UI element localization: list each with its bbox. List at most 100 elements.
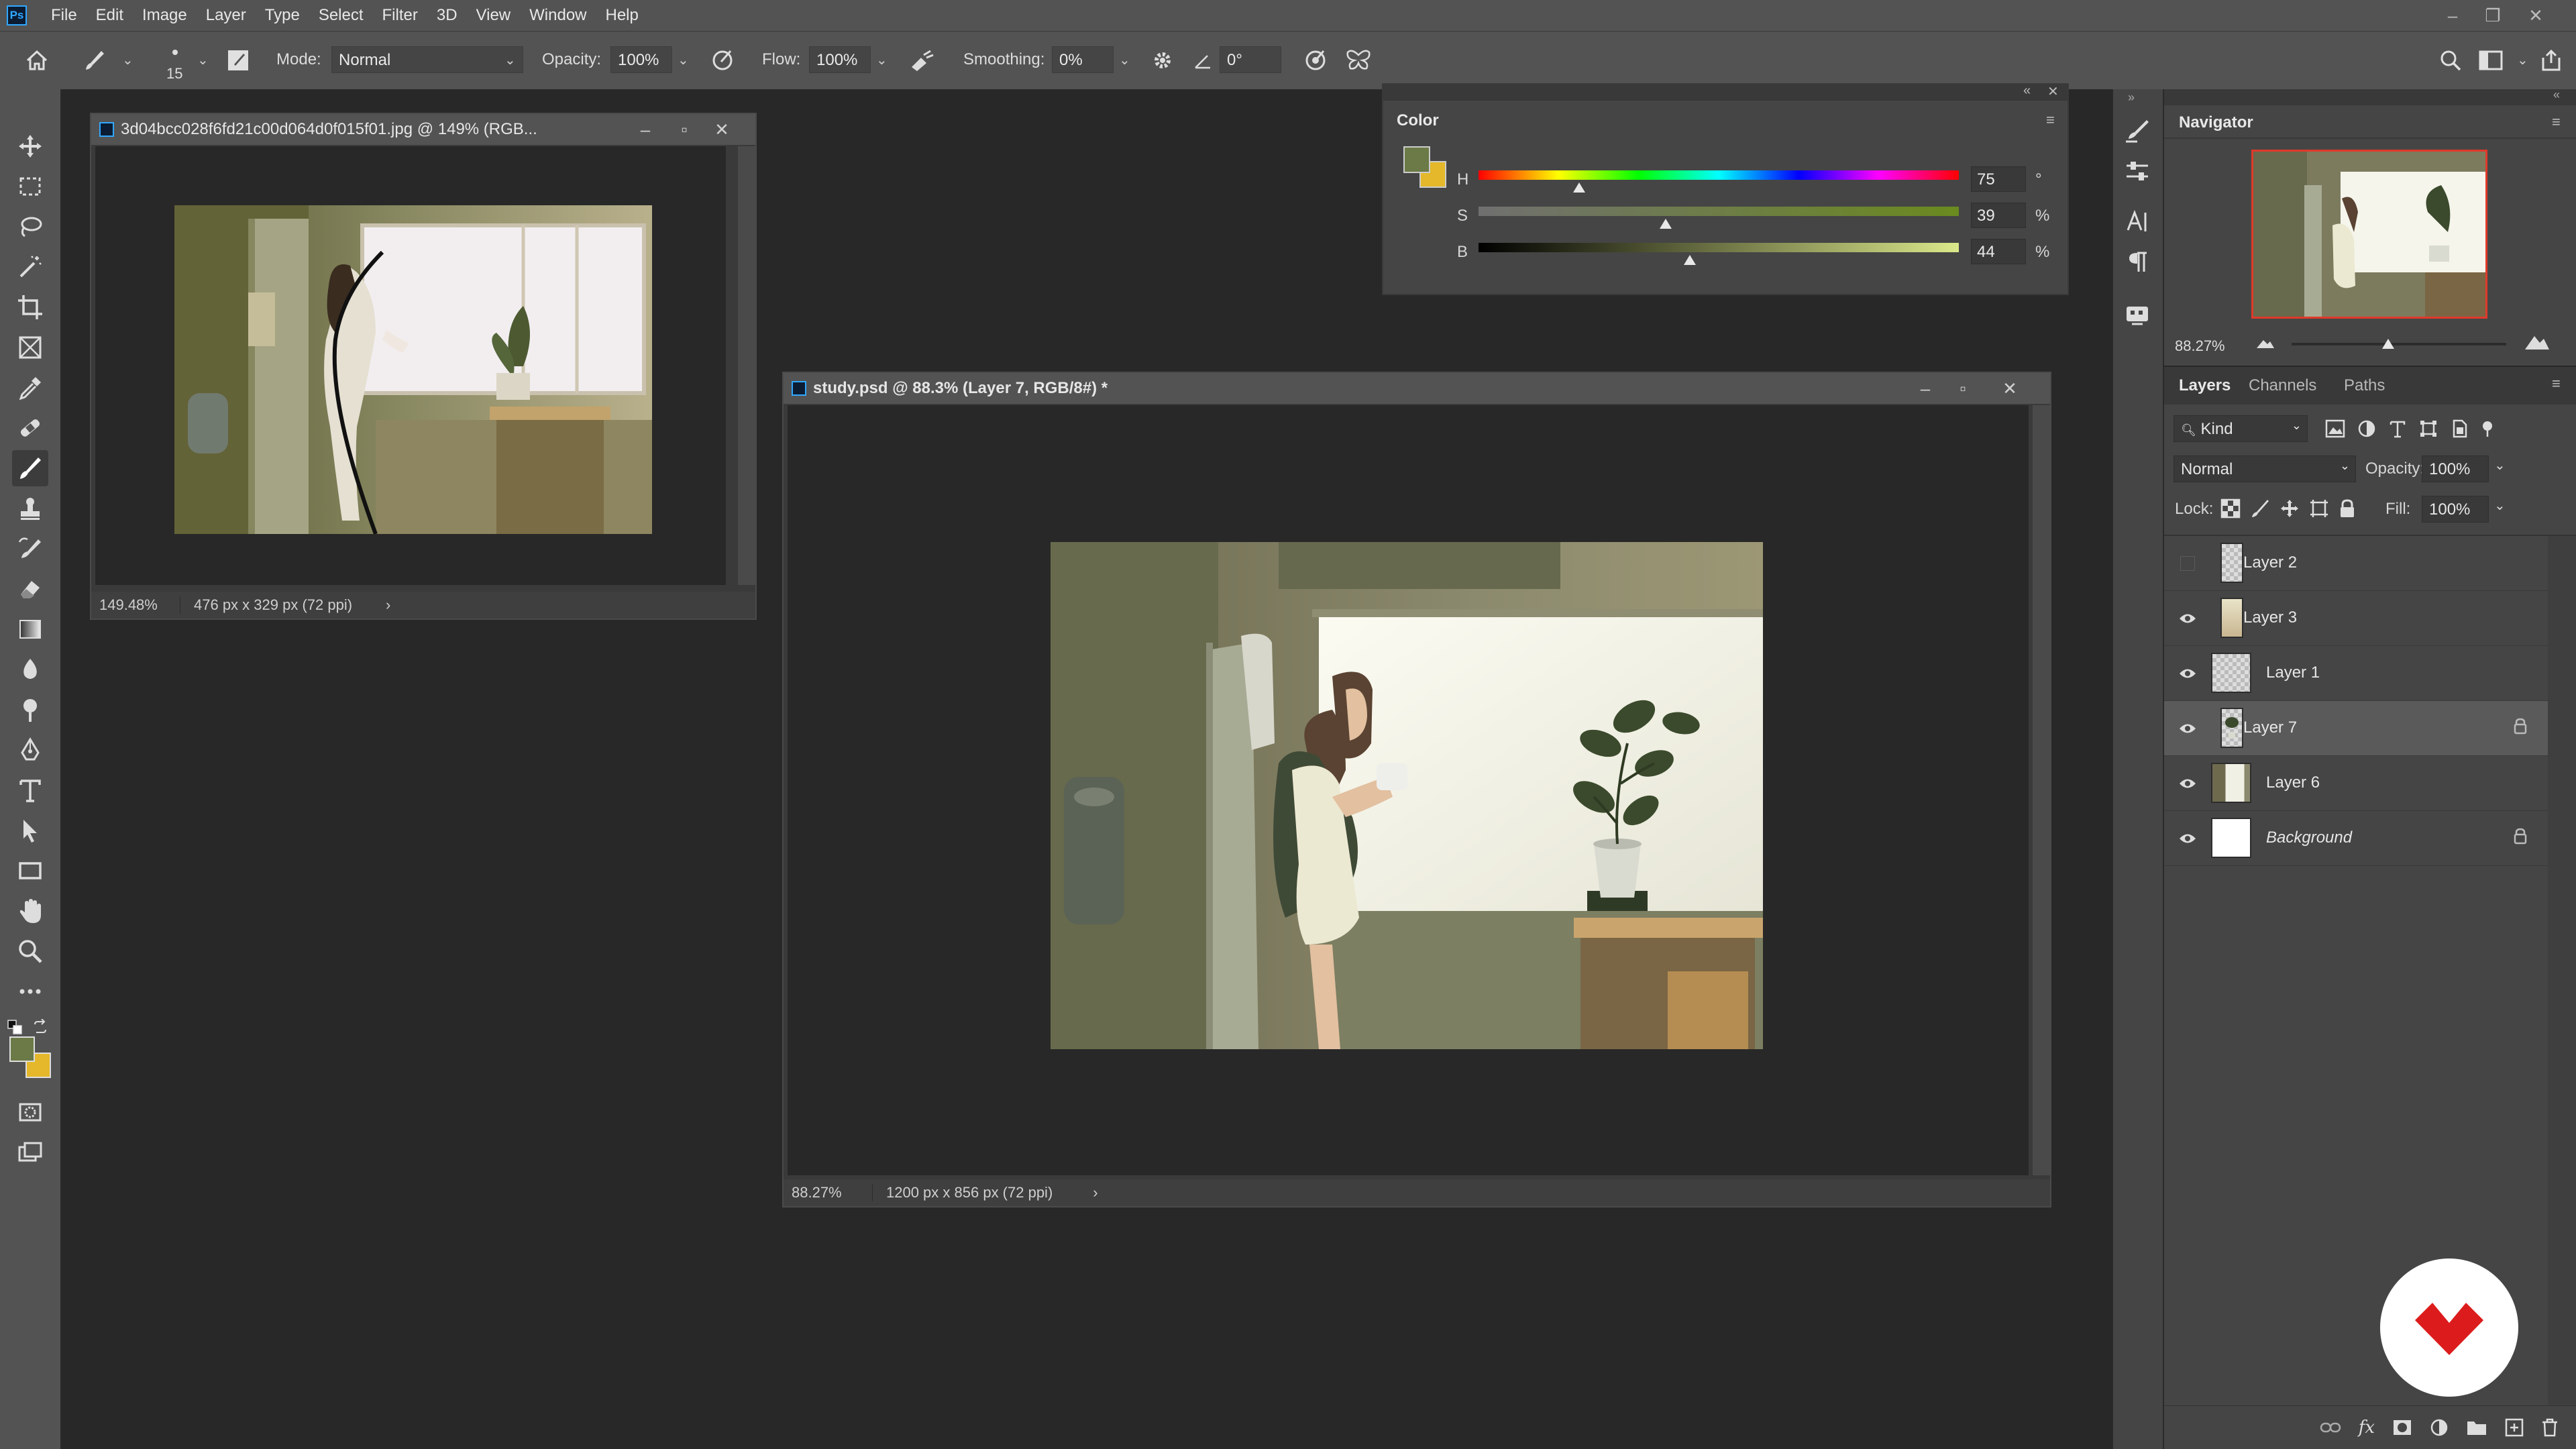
navigator-header-strip[interactable]: « [2164, 88, 2576, 105]
layer-blend-mode-select[interactable]: Normal ⌄ [2174, 455, 2356, 482]
opacity-caret-icon[interactable]: ⌄ [678, 52, 689, 68]
layer-row[interactable]: Layer 1 [2164, 646, 2548, 701]
layer-visibility-off-box[interactable] [2176, 552, 2199, 575]
layer-filter-kind-select[interactable]: 🔍︎ Kind ⌄ [2174, 415, 2308, 442]
filter-type-layers-icon[interactable] [2388, 419, 2407, 438]
workspace-icon[interactable] [2477, 46, 2505, 74]
study-canvas-area[interactable] [788, 405, 2029, 1175]
menu-select[interactable]: Select [309, 6, 373, 25]
magic-wand-tool-icon[interactable] [12, 249, 48, 285]
filter-toggle-icon[interactable] [2481, 419, 2494, 438]
menu-layer[interactable]: Layer [197, 6, 256, 25]
layers-panel-menu-icon[interactable]: ≡ [2552, 375, 2561, 392]
menu-edit[interactable]: Edit [87, 6, 133, 25]
foreground-color-swatch[interactable] [9, 1036, 35, 1062]
menu-help[interactable]: Help [596, 6, 648, 25]
study-vertical-scrollbar[interactable] [2033, 405, 2050, 1175]
navigator-zoom-readout[interactable]: 88.27% [2175, 337, 2225, 355]
menu-image[interactable]: Image [133, 6, 197, 25]
layer-visibility-eye-icon[interactable] [2176, 827, 2199, 850]
lock-image-pixels-icon[interactable] [2250, 498, 2270, 519]
color-panel-header-strip[interactable]: « ✕ [1383, 83, 2068, 101]
layers-scrollbar[interactable] [2548, 536, 2576, 1405]
layer-row[interactable]: Layer 3 [2164, 591, 2548, 646]
layer-lock-icon[interactable] [2513, 717, 2528, 735]
layer-fill-field[interactable]: 100% [2422, 496, 2489, 523]
tab-channels[interactable]: Channels [2249, 376, 2316, 395]
color-panel-menu-icon[interactable]: ≡ [2046, 111, 2055, 129]
reference-canvas-area[interactable] [95, 146, 726, 585]
path-selection-tool-icon[interactable] [12, 812, 48, 849]
reference-vertical-scrollbar[interactable] [738, 146, 755, 585]
opacity-field[interactable]: 100% [610, 46, 672, 73]
layer-visibility-eye-icon[interactable] [2176, 662, 2199, 685]
expand-strip-icon[interactable]: » [2128, 91, 2135, 105]
home-icon[interactable] [23, 46, 51, 74]
zoom-in-mountain-icon[interactable] [2524, 331, 2551, 351]
layer-row[interactable]: Layer 6 [2164, 756, 2548, 811]
layer-visibility-eye-icon[interactable] [2176, 772, 2199, 795]
flow-caret-icon[interactable]: ⌄ [876, 52, 888, 68]
lock-all-icon[interactable] [2339, 498, 2356, 519]
pressure-size-icon[interactable] [1301, 46, 1330, 74]
navigator-panel-title[interactable]: Navigator [2179, 113, 2253, 132]
zoom-out-mountain-icon[interactable] [2255, 335, 2275, 350]
reference-maximize-button[interactable]: ▫ [665, 114, 703, 145]
lock-position-icon[interactable] [2279, 498, 2300, 519]
layer-opacity-caret-icon[interactable]: ⌄ [2494, 457, 2506, 474]
brush-tool-icon[interactable] [12, 450, 48, 486]
reference-status-arrow-icon[interactable]: › [386, 596, 390, 614]
navigator-zoom-track[interactable] [2292, 343, 2506, 345]
swap-colors-icon[interactable] [32, 1019, 48, 1035]
layer-style-fx-icon[interactable]: fx [2359, 1417, 2375, 1438]
airbrush-icon[interactable] [907, 46, 935, 74]
navigator-zoom-thumb[interactable] [2382, 339, 2394, 349]
tab-paths[interactable]: Paths [2344, 376, 2385, 395]
saturation-value-field[interactable]: 39 [1971, 203, 2026, 228]
search-icon[interactable] [2436, 46, 2465, 74]
default-colors-icon[interactable] [7, 1019, 23, 1035]
layer-lock-icon[interactable] [2513, 827, 2528, 845]
lock-transparent-pixels-icon[interactable] [2220, 498, 2241, 519]
menu-file[interactable]: File [42, 6, 87, 25]
saturation-slider-thumb[interactable] [1660, 219, 1672, 229]
navigator-preview[interactable] [2251, 150, 2487, 319]
saturation-slider-track[interactable] [1479, 207, 1959, 216]
character-panel-icon[interactable] [2124, 209, 2151, 235]
more-tools-icon[interactable] [12, 973, 48, 1010]
collapse-dock-icon[interactable]: « [2553, 88, 2560, 102]
layer-fill-caret-icon[interactable]: ⌄ [2494, 497, 2506, 514]
filter-shape-layers-icon[interactable] [2419, 419, 2438, 438]
brightness-value-field[interactable]: 44 [1971, 239, 2026, 264]
layer-row[interactable]: Layer 2 [2164, 536, 2548, 591]
brush-preset-icon[interactable] [80, 46, 109, 74]
study-status-arrow-icon[interactable]: › [1093, 1184, 1097, 1201]
share-icon[interactable] [2537, 46, 2565, 74]
navigator-menu-icon[interactable]: ≡ [2552, 113, 2561, 131]
app-restore-button[interactable]: ❐ [2473, 0, 2513, 31]
layer-visibility-eye-icon[interactable] [2176, 717, 2199, 740]
link-layers-icon[interactable] [2320, 1421, 2341, 1434]
delete-layer-trash-icon[interactable] [2541, 1418, 2559, 1437]
mode-caret-icon[interactable]: ⌄ [504, 52, 516, 68]
color-panel-title[interactable]: Color [1397, 111, 1439, 130]
brush-settings-panel-icon[interactable] [224, 46, 252, 74]
add-layer-mask-icon[interactable] [2392, 1419, 2412, 1436]
menu-type[interactable]: Type [256, 6, 309, 25]
filter-pixel-layers-icon[interactable] [2325, 419, 2345, 438]
blur-tool-icon[interactable] [12, 651, 48, 688]
move-tool-icon[interactable] [12, 128, 48, 164]
close-panel-icon[interactable]: ✕ [2047, 83, 2059, 100]
reference-minimize-button[interactable]: – [627, 114, 664, 145]
collapse-panel-icon[interactable]: « [2023, 83, 2031, 99]
lock-artboard-icon[interactable] [2309, 498, 2329, 519]
hue-value-field[interactable]: 75 [1971, 166, 2026, 192]
filter-adjustment-layers-icon[interactable] [2357, 419, 2376, 438]
type-tool-icon[interactable] [12, 772, 48, 808]
flow-field[interactable]: 100% [809, 46, 871, 73]
angle-field[interactable]: 0° [1220, 46, 1281, 73]
study-document-titlebar[interactable]: study.psd @ 88.3% (Layer 7, RGB/8#) * [784, 373, 2050, 404]
menu-view[interactable]: View [467, 6, 521, 25]
adjustments-sliders-icon[interactable] [2124, 158, 2151, 184]
brush-size-caret-icon[interactable]: ⌄ [197, 52, 209, 68]
